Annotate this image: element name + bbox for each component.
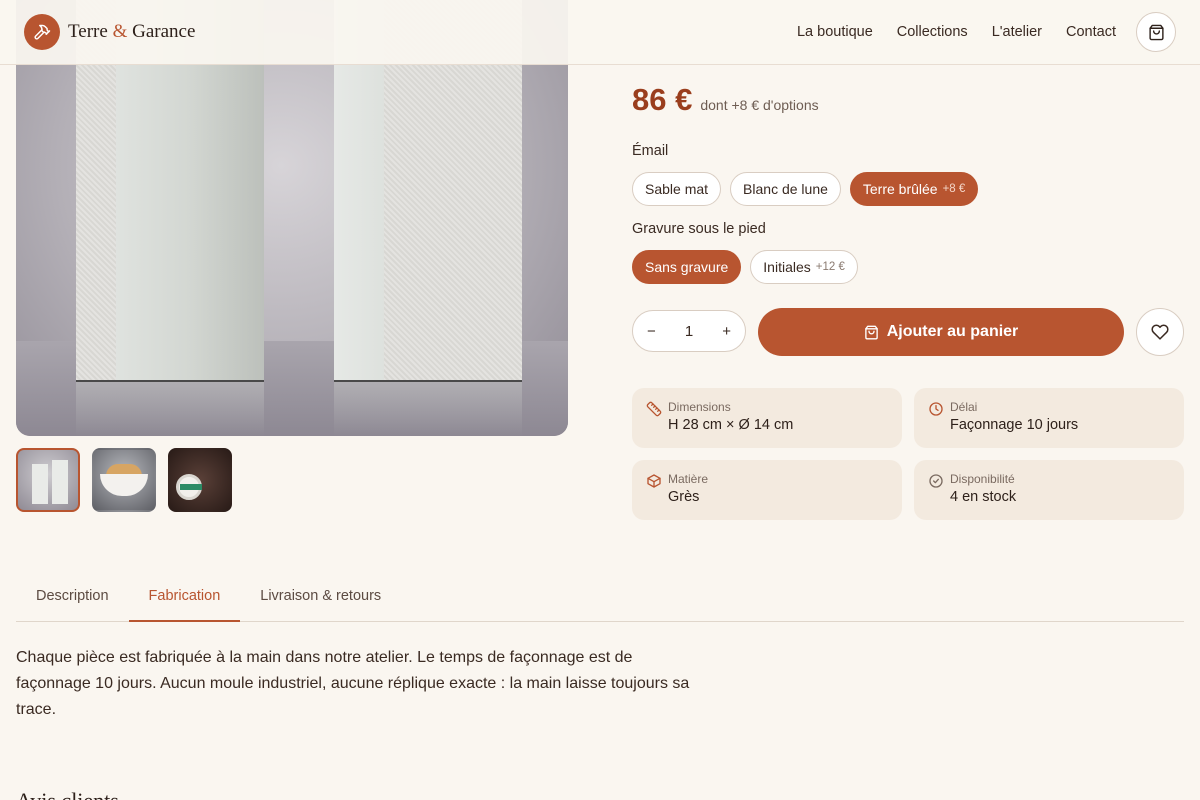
nav-link-collections[interactable]: Collections: [897, 24, 968, 40]
gravure-chip-group: Sans gravure Initiales +12 €: [632, 250, 867, 284]
main-nav: La boutique Collections L'atelier Contac…: [773, 12, 1176, 52]
chip-blanc-de-lune[interactable]: Blanc de lune: [730, 172, 841, 206]
chip-sable-mat[interactable]: Sable mat: [632, 172, 722, 206]
quantity-value[interactable]: 1: [685, 323, 693, 340]
nav-link-atelier[interactable]: L'atelier: [992, 24, 1042, 40]
quantity-increment-button[interactable]: +: [722, 323, 731, 340]
chip-initiales[interactable]: Initiales +12 €: [750, 250, 858, 284]
spec-value: Façonnage 10 jours: [950, 417, 1079, 433]
vase-reflection-right: [334, 382, 522, 436]
nav-link-contact[interactable]: Contact: [1066, 24, 1116, 40]
check-circle-icon: [929, 474, 943, 488]
chip-terre-brulee[interactable]: Terre brûlée +8 €: [849, 172, 979, 206]
vase-reflection-left: [76, 382, 264, 436]
box-icon: [647, 474, 661, 488]
logo-hammer-icon[interactable]: [24, 14, 60, 50]
add-to-cart-label: Ajouter au panier: [886, 323, 1019, 340]
spec-label: Matière: [668, 472, 709, 486]
thumbnail-table-setting[interactable]: [168, 448, 232, 512]
spec-label: Disponibilité: [950, 472, 1015, 486]
site-header: Terre & Garance La boutique Collections …: [0, 0, 1200, 65]
price: 86 €: [632, 82, 693, 117]
thumbnail-vases[interactable]: [16, 448, 80, 512]
tab-livraison-retours[interactable]: Livraison & retours: [240, 580, 401, 622]
spec-value: H 28 cm × Ø 14 cm: [668, 417, 794, 433]
heart-icon: [1151, 324, 1169, 340]
spec-value: 4 en stock: [950, 489, 1017, 505]
tab-fabrication[interactable]: Fabrication: [128, 580, 241, 622]
option-label-gravure: Gravure sous le pied: [632, 221, 766, 237]
spec-value: Grès: [668, 489, 700, 505]
chip-sans-gravure[interactable]: Sans gravure: [632, 250, 742, 284]
wishlist-button[interactable]: [1136, 308, 1184, 356]
tab-panel-text: Chaque pièce est fabriquée à la main dan…: [16, 649, 690, 718]
thumbnail-strip: [16, 448, 244, 512]
cart-button[interactable]: [1136, 12, 1176, 52]
spec-label: Délai: [950, 400, 978, 414]
ruler-icon: [646, 401, 662, 417]
price-options-note: dont +8 € d'options: [700, 97, 819, 113]
reviews-heading: Avis clients: [16, 788, 119, 800]
spec-card-dimensions: Dimensions H 28 cm × Ø 14 cm: [632, 388, 902, 448]
spec-card-matiere: Matière Grès: [632, 460, 902, 520]
product-tabs: Description Fabrication Livraison & reto…: [16, 580, 1184, 622]
add-to-cart-button[interactable]: Ajouter au panier: [758, 308, 1124, 356]
brand-name[interactable]: Terre & Garance: [68, 21, 195, 43]
product-main-image: [16, 0, 568, 436]
email-chip-group: Sable mat Blanc de lune Terre brûlée +8 €: [632, 172, 987, 206]
shopping-bag-icon: [864, 325, 878, 339]
spec-label: Dimensions: [668, 400, 731, 414]
price-block: 86 € dont +8 € d'options: [632, 82, 819, 118]
spec-card-delai: Délai Façonnage 10 jours: [914, 388, 1184, 448]
quantity-decrement-button[interactable]: −: [647, 323, 656, 340]
nav-link-boutique[interactable]: La boutique: [797, 24, 873, 40]
tab-description[interactable]: Description: [16, 580, 129, 622]
option-label-email: Émail: [632, 143, 669, 159]
quantity-stepper: − 1 +: [632, 310, 746, 352]
clock-icon: [929, 402, 943, 416]
spec-card-disponibilite: Disponibilité 4 en stock: [914, 460, 1184, 520]
shopping-bag-icon: [1148, 24, 1164, 40]
thumbnail-bowl[interactable]: [92, 448, 156, 512]
